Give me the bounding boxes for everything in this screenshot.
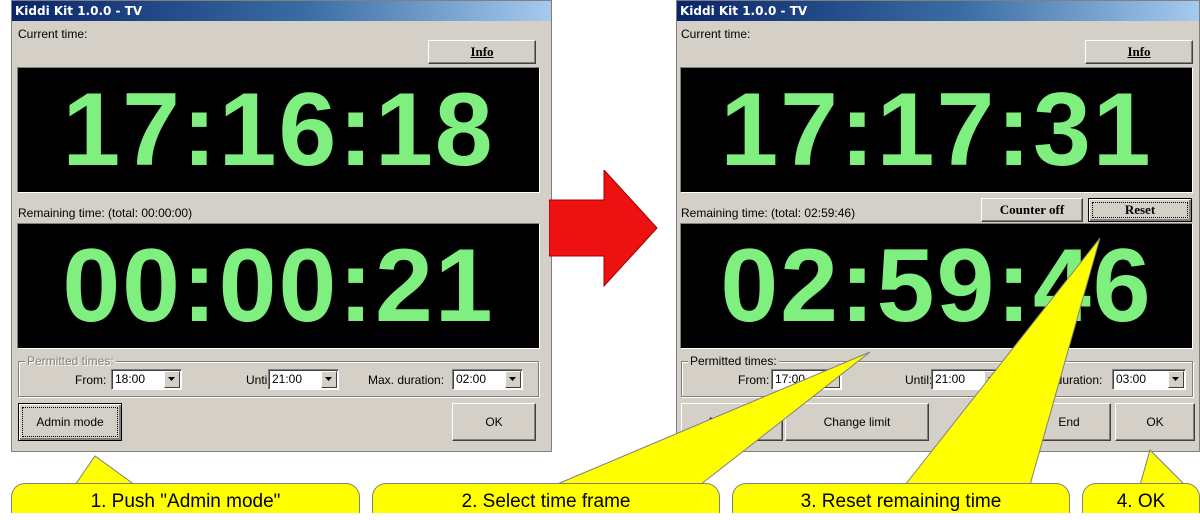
callout-step-2: 2. Select time frame xyxy=(372,483,720,513)
callout-pointers xyxy=(74,237,1187,486)
callout-pointer-1 xyxy=(74,455,137,486)
callout-step-3: 3. Reset remaining time xyxy=(732,483,1070,513)
callout-pointer-3 xyxy=(903,237,1101,486)
callout-pointer-2 xyxy=(554,351,871,486)
callout-step-4: 4. OK xyxy=(1082,483,1200,513)
callout-pointer-4 xyxy=(1139,449,1187,486)
callout-step-1: 1. Push "Admin mode" xyxy=(11,483,360,513)
